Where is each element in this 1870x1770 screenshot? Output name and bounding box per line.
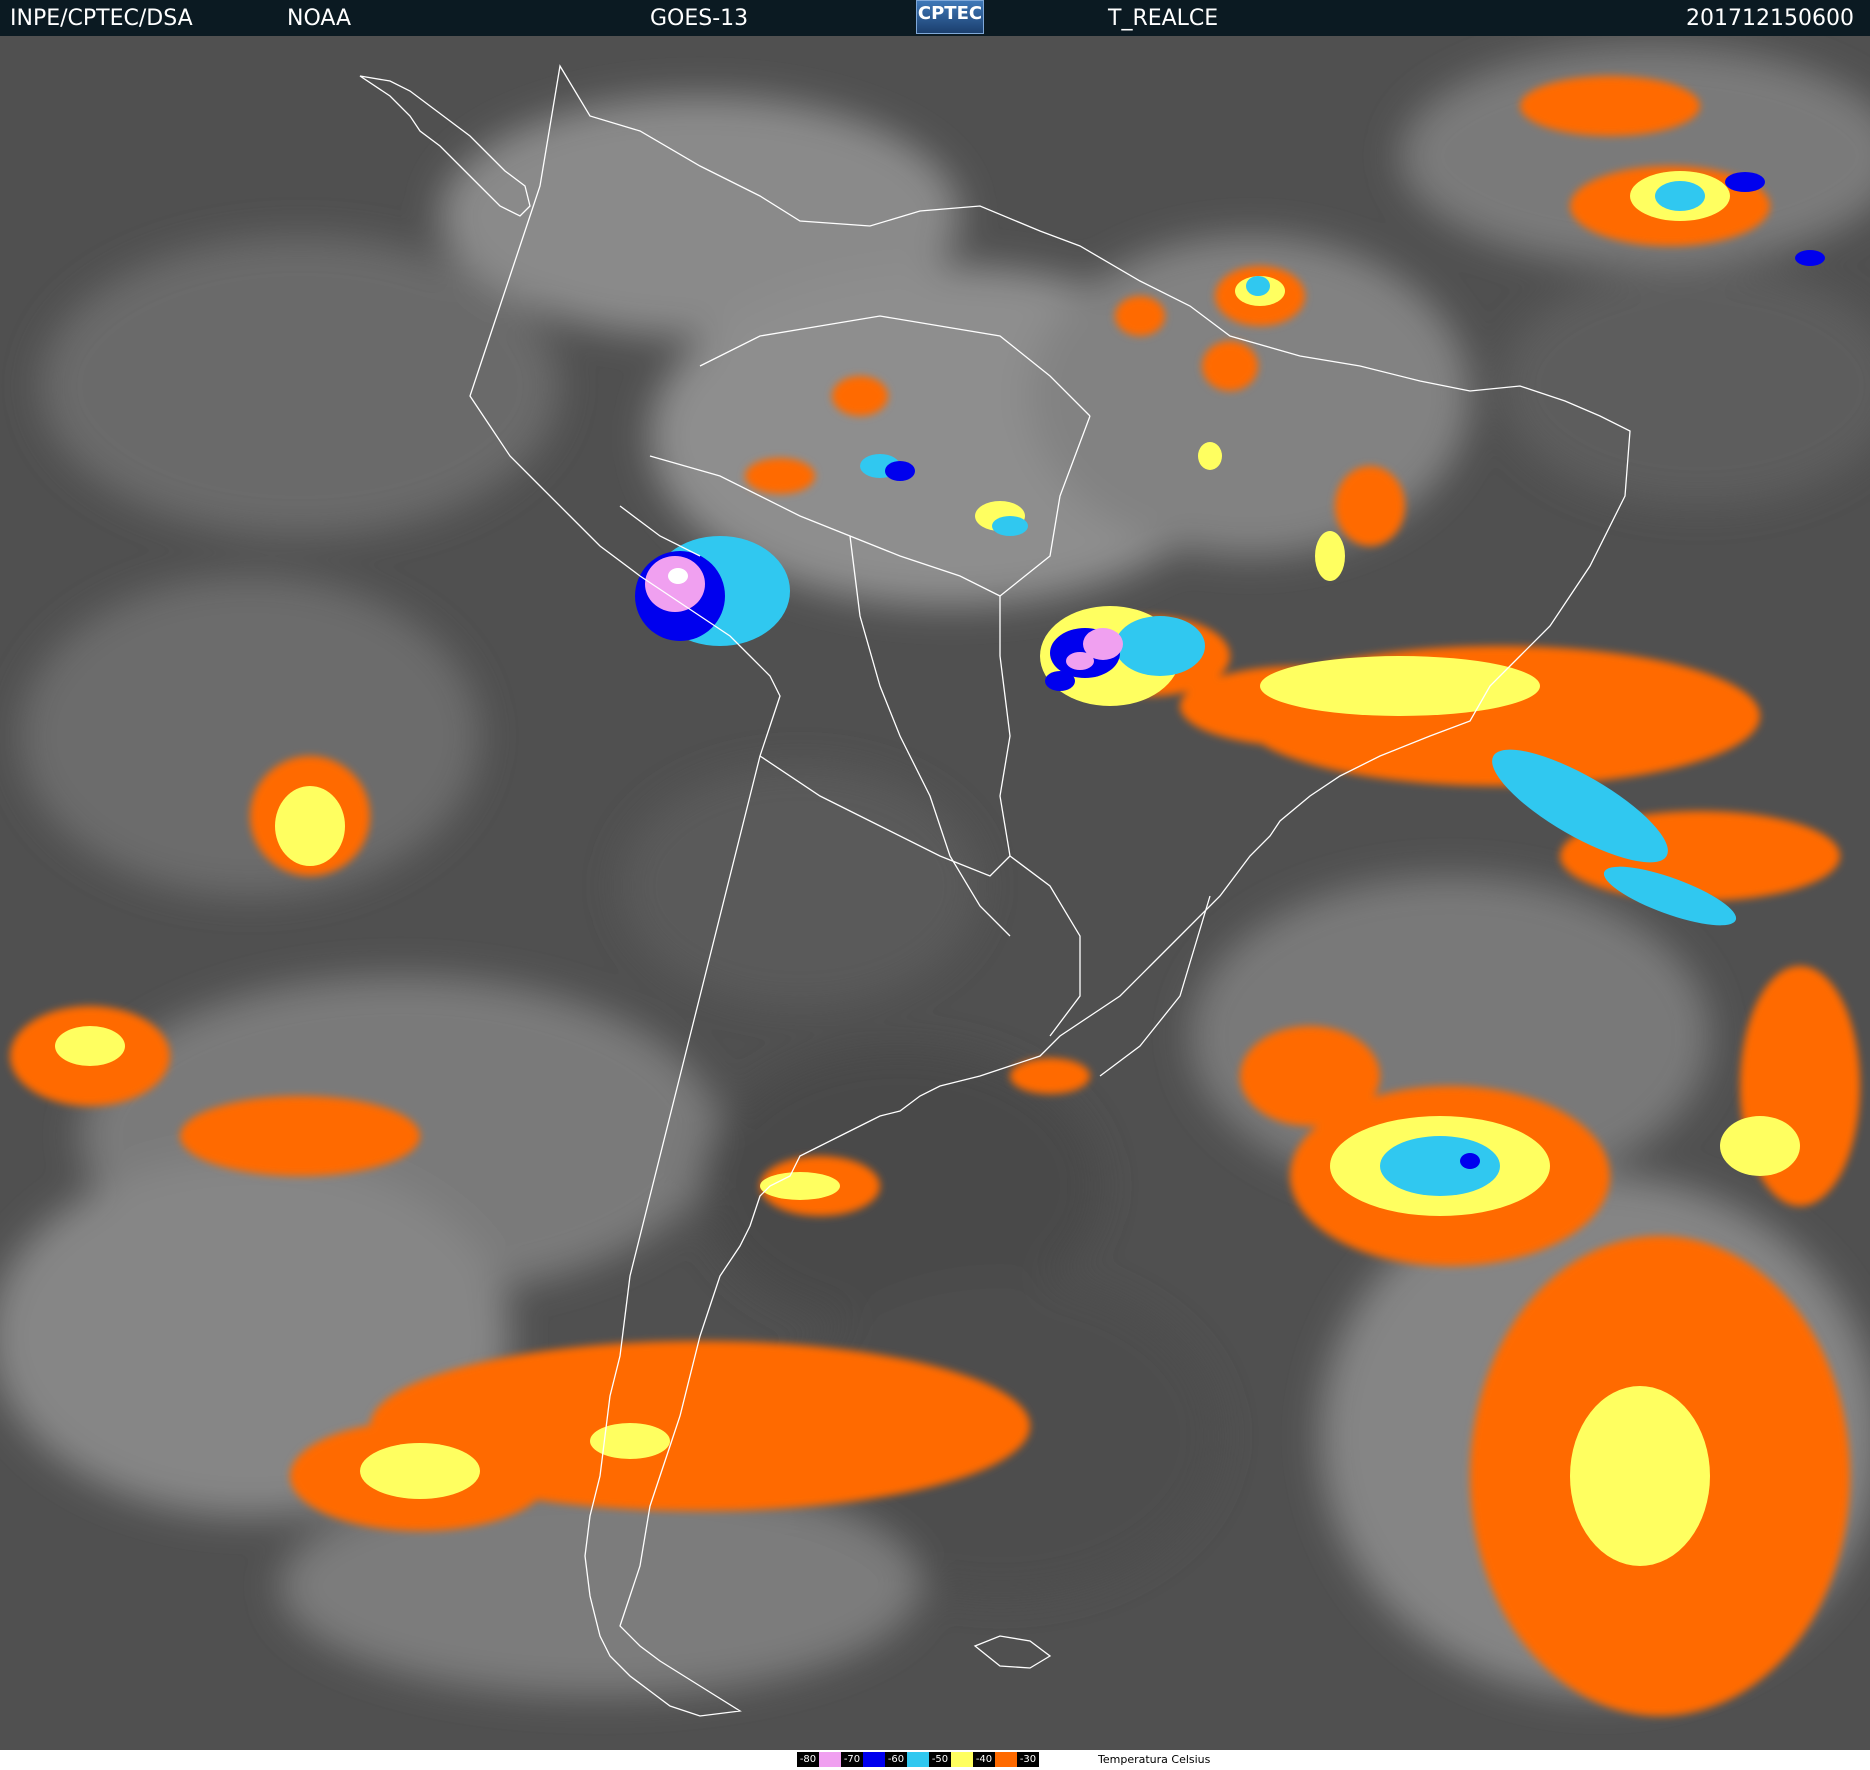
product-label: T_REALCE [1108,6,1219,31]
legend-color-swatch [819,1752,841,1767]
header-bar: INPE/CPTEC/DSA NOAA GOES-13 CPTEC T_REAL… [0,0,1870,36]
legend-title: Temperatura Celsius [1098,1753,1211,1766]
legend-color-swatch [907,1752,929,1767]
legend-swatches: -80 -70 -60 -50 -40 -30 [797,1752,1061,1767]
legend-tick-label: -60 [885,1752,907,1767]
organization-label: INPE/CPTEC/DSA [10,6,193,31]
legend-tick-label: -80 [797,1752,819,1767]
legend-color-swatch [1039,1752,1061,1767]
satellite-map-svg [0,36,1870,1750]
satellite-label: GOES-13 [650,6,749,31]
agency-label: NOAA [287,6,352,31]
legend-tick-label: -70 [841,1752,863,1767]
cptec-logo: CPTEC [916,0,984,34]
legend-tick-label: -40 [973,1752,995,1767]
legend-color-swatch [995,1752,1017,1767]
legend-tick-label: -30 [1017,1752,1039,1767]
satellite-image [0,36,1870,1750]
legend-color-swatch [951,1752,973,1767]
logo-text: CPTEC [917,3,983,24]
legend-tick-label: -50 [929,1752,951,1767]
timestamp-label: 201712150600 [1686,6,1854,31]
legend-color-swatch [863,1752,885,1767]
temperature-legend: -80 -70 -60 -50 -40 -30 Temperatura Celsius [0,1750,1870,1770]
cloud-top-white [668,568,688,584]
